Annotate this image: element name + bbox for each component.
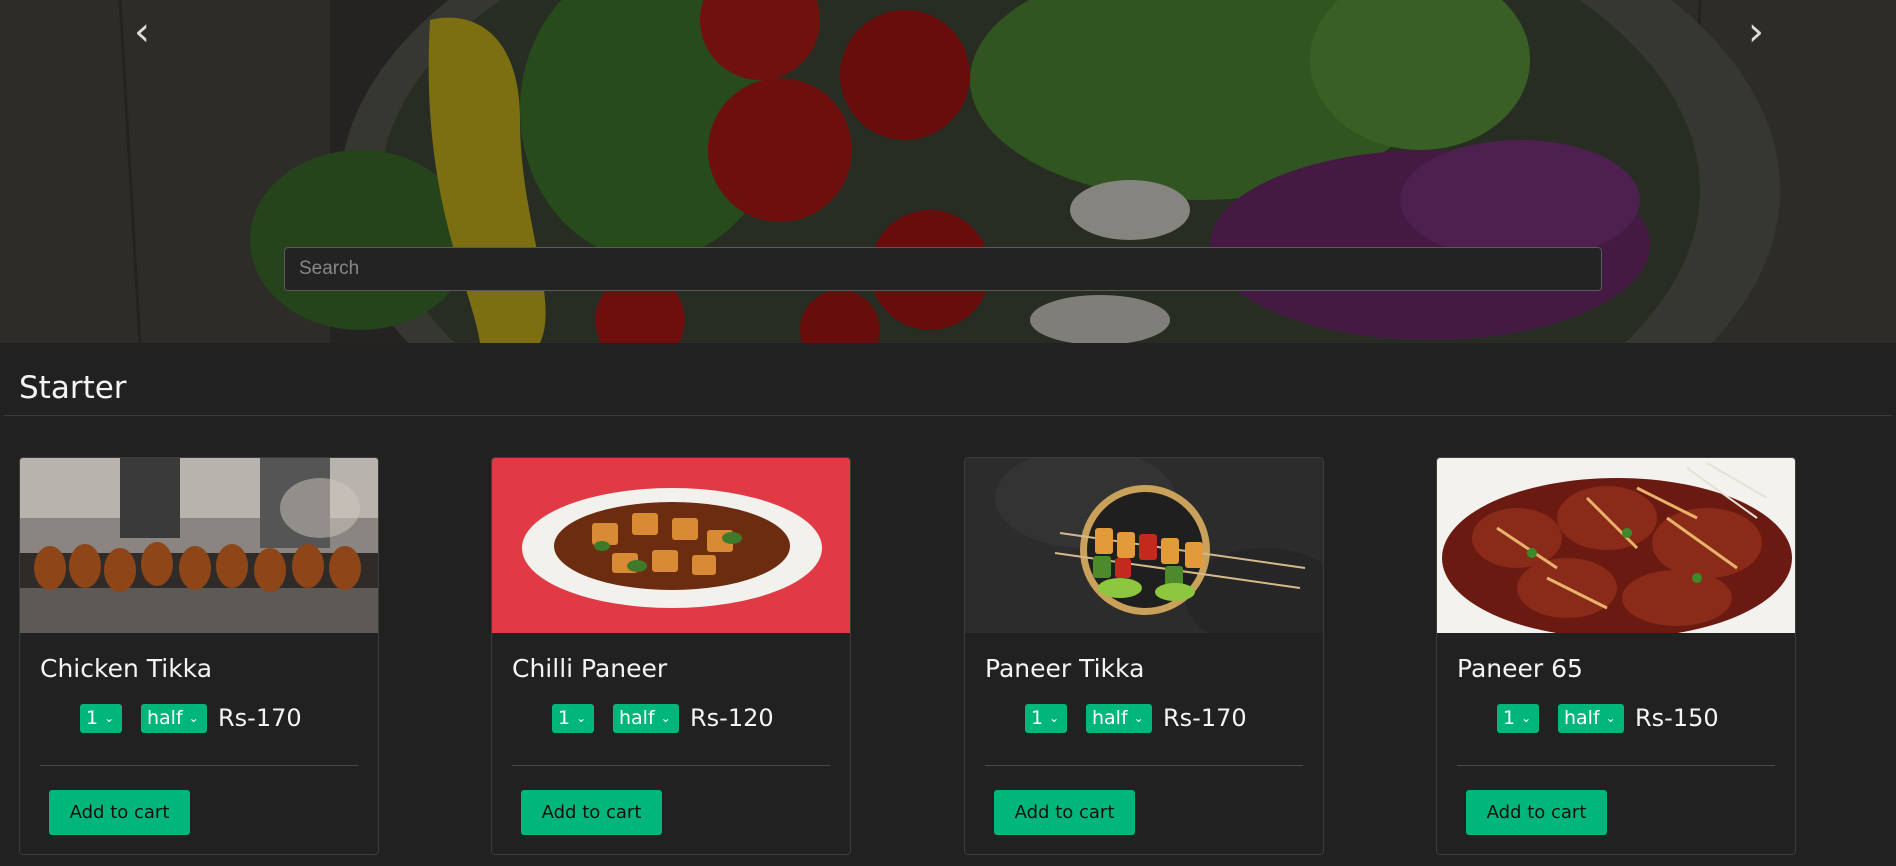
chevron-down-icon: ⌄ [660,711,671,725]
menu-card: Chicken Tikka 1 ⌄ half ⌄ Rs-170 Add to car… [19,457,379,855]
paneer-65-image [1437,458,1795,633]
item-options: 1 ⌄ half ⌄ Rs-150 [1497,703,1719,733]
chicken-tikka-image [20,458,378,633]
chevron-right-icon[interactable]: › [1736,12,1776,52]
card-divider [985,765,1303,766]
chevron-down-icon: ⌄ [576,711,587,725]
item-name: Chilli Paneer [512,654,668,683]
portion-value: half [147,707,183,729]
portion-value: half [1092,707,1128,729]
quantity-select[interactable]: 1 ⌄ [1025,703,1067,733]
add-to-cart-button[interactable]: Add to cart [1466,790,1607,835]
card-divider [1457,765,1775,766]
add-to-cart-button[interactable]: Add to cart [994,790,1135,835]
item-name: Paneer 65 [1457,654,1583,683]
chevron-down-icon: ⌄ [104,711,115,725]
portion-value: half [1564,707,1600,729]
portion-select[interactable]: half ⌄ [613,703,679,733]
item-price: Rs-120 [690,704,774,732]
quantity-select[interactable]: 1 ⌄ [80,703,122,733]
item-price: Rs-170 [218,704,302,732]
add-to-cart-button[interactable]: Add to cart [521,790,662,835]
hero-overlay [0,0,1896,343]
portion-select[interactable]: half ⌄ [1086,703,1152,733]
card-divider [512,765,830,766]
portion-value: half [619,707,655,729]
chevron-left-icon[interactable]: ‹ [122,12,162,52]
chevron-down-icon: ⌄ [1133,711,1144,725]
item-name: Paneer Tikka [985,654,1145,683]
quantity-value: 1 [1503,707,1516,729]
section-title: Starter [19,370,127,406]
portion-select[interactable]: half ⌄ [141,703,207,733]
item-options: 1 ⌄ half ⌄ Rs-120 [552,703,774,733]
chevron-down-icon: ⌄ [1605,711,1616,725]
item-name: Chicken Tikka [40,654,213,683]
chevron-down-icon: ⌄ [188,711,199,725]
quantity-value: 1 [558,707,571,729]
menu-card: Paneer Tikka 1 ⌄ half ⌄ Rs-170 Add to cart [964,457,1324,855]
quantity-select[interactable]: 1 ⌄ [552,703,594,733]
search-input[interactable] [284,247,1602,291]
hero-carousel: ‹ › [0,0,1896,343]
quantity-value: 1 [1031,707,1044,729]
chevron-down-icon: ⌄ [1049,711,1060,725]
item-options: 1 ⌄ half ⌄ Rs-170 [80,703,302,733]
section-divider [4,415,1892,416]
item-price: Rs-150 [1635,704,1719,732]
quantity-value: 1 [86,707,99,729]
item-options: 1 ⌄ half ⌄ Rs-170 [1025,703,1247,733]
chevron-down-icon: ⌄ [1521,711,1532,725]
item-price: Rs-170 [1163,704,1247,732]
menu-card: Paneer 65 1 ⌄ half ⌄ Rs-150 Add to cart [1436,457,1796,855]
chilli-paneer-image [492,458,850,633]
add-to-cart-button[interactable]: Add to cart [49,790,190,835]
card-divider [40,765,358,766]
menu-card: Chilli Paneer 1 ⌄ half ⌄ Rs-120 Add to car… [491,457,851,855]
quantity-select[interactable]: 1 ⌄ [1497,703,1539,733]
portion-select[interactable]: half ⌄ [1558,703,1624,733]
paneer-tikka-image [965,458,1323,633]
